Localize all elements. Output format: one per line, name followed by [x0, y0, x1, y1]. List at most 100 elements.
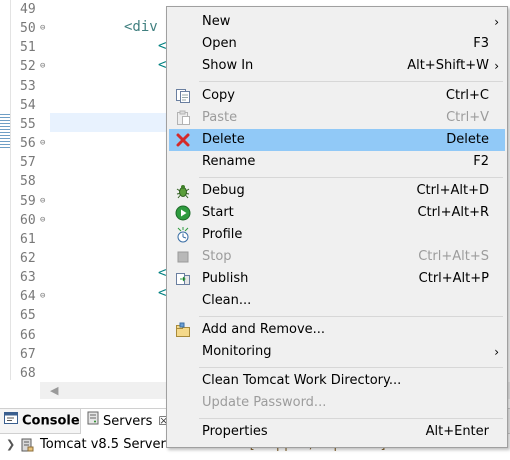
menu-item-copy[interactable]: Copy Ctrl+C — [169, 85, 505, 107]
collapse-fold-icon[interactable]: ⊖ — [40, 211, 45, 230]
shortcut: Alt+Enter — [425, 424, 489, 439]
menu-item-debug[interactable]: Debug Ctrl+Alt+D — [169, 180, 505, 202]
line-number-text: 61 — [20, 231, 36, 247]
menu-separator — [199, 418, 503, 419]
chevron-right-icon[interactable]: ❯ — [6, 434, 15, 456]
shortcut: F2 — [473, 154, 489, 169]
line-number-text: 50 — [20, 21, 36, 37]
menu-item-show-in[interactable]: Show In Alt+Shift+W › — [169, 55, 505, 77]
line-number-text: 66 — [20, 327, 36, 343]
submenu-arrow-icon: › — [494, 345, 499, 359]
context-menu: New › Open F3 Show In Alt+Shift+W › Copy… — [166, 6, 508, 448]
menu-item-monitoring[interactable]: Monitoring › — [169, 341, 505, 363]
paste-icon — [175, 110, 191, 126]
menu-item-clean-tomcat-work-directory[interactable]: Clean Tomcat Work Directory... — [169, 370, 505, 392]
left-ruler — [0, 0, 10, 380]
line-number-text: 68 — [20, 365, 36, 381]
console-icon — [4, 409, 18, 433]
collapse-fold-icon[interactable]: ⊖ — [40, 287, 45, 306]
add-remove-icon — [175, 322, 191, 338]
line-number-text: 65 — [20, 308, 36, 324]
play-icon — [175, 205, 191, 221]
shortcut: Ctrl+C — [445, 88, 489, 103]
line-number: 58 — [12, 172, 54, 191]
line-number-text: 64 — [20, 289, 36, 305]
line-number: 57 — [12, 153, 54, 172]
menu-item-stop[interactable]: Stop Ctrl+Alt+S — [169, 246, 505, 268]
line-number-text: 52 — [20, 59, 36, 75]
line-number-text: 63 — [20, 270, 36, 286]
shortcut: Ctrl+V — [446, 110, 489, 125]
menu-separator — [199, 81, 503, 82]
shortcut: Ctrl+Alt+S — [418, 249, 489, 264]
line-number: 64 ⊖ — [12, 287, 54, 306]
server-icon — [20, 438, 34, 460]
collapse-fold-icon[interactable]: ⊖ — [40, 192, 45, 211]
menu-item-paste[interactable]: Paste Ctrl+V — [169, 107, 505, 129]
line-number-text: 53 — [20, 78, 36, 94]
shortcut: Alt+Shift+W — [407, 58, 489, 73]
line-number-text: 62 — [20, 250, 36, 266]
collapse-fold-icon[interactable]: ⊖ — [40, 19, 45, 38]
line-number: 61 — [12, 230, 54, 249]
line-number: 63 — [12, 268, 54, 287]
profile-icon — [175, 227, 191, 243]
code-div-tag[interactable]: <div — [124, 18, 158, 37]
menu-item-properties[interactable]: Properties Alt+Enter — [169, 421, 505, 443]
line-number: 68 — [12, 364, 54, 383]
change-marker — [0, 112, 10, 148]
line-number-text: 59 — [20, 193, 36, 209]
menu-item-new[interactable]: New › — [169, 11, 505, 33]
submenu-arrow-icon: › — [494, 15, 499, 29]
line-number: 54 — [12, 96, 54, 115]
menu-item-update-password[interactable]: Update Password... — [169, 392, 505, 414]
menu-item-rename[interactable]: Rename F2 — [169, 151, 505, 173]
menu-item-delete[interactable]: Delete Delete — [169, 129, 505, 151]
line-number: 67 — [12, 345, 54, 364]
menu-item-profile[interactable]: Profile — [169, 224, 505, 246]
menu-item-open[interactable]: Open F3 — [169, 33, 505, 55]
line-number-text: 49 — [20, 2, 36, 17]
line-number: 51 — [12, 38, 54, 57]
line-number-text: 67 — [20, 346, 36, 362]
shortcut: Ctrl+Alt+P — [418, 271, 489, 286]
line-number: 65 — [12, 306, 54, 325]
line-number: 60 ⊖ — [12, 211, 54, 230]
scroll-left-icon[interactable]: ◀ — [50, 382, 58, 399]
menu-item-start[interactable]: Start Ctrl+Alt+R — [169, 202, 505, 224]
line-number-text: 51 — [20, 40, 36, 56]
servers-icon — [87, 410, 99, 434]
line-number: 66 — [12, 326, 54, 345]
line-number: 50 ⊖ — [12, 19, 54, 38]
menu-item-add-and-remove[interactable]: Add and Remove... — [169, 319, 505, 341]
tab-servers-label: Servers — [103, 414, 153, 429]
line-number-text: 57 — [20, 155, 36, 171]
submenu-arrow-icon: › — [494, 59, 499, 73]
tab-console-label: Console — [22, 413, 80, 429]
line-number-text: 54 — [20, 97, 36, 113]
stop-icon — [175, 249, 191, 265]
menu-separator — [199, 367, 503, 368]
copy-icon — [175, 88, 191, 104]
line-number: 55 — [12, 115, 54, 134]
shortcut: Ctrl+Alt+R — [417, 205, 489, 220]
menu-separator — [199, 177, 503, 178]
line-number: 56 ⊖ — [12, 134, 54, 153]
shortcut: Delete — [446, 132, 489, 147]
tab-servers[interactable]: Servers ☒ — [80, 409, 177, 434]
shortcut: F3 — [473, 36, 489, 51]
tab-console[interactable]: Console — [4, 409, 80, 433]
collapse-fold-icon[interactable]: ⊖ — [40, 57, 45, 76]
line-number: 62 — [12, 249, 54, 268]
menu-item-clean[interactable]: Clean... — [169, 290, 505, 312]
publish-icon — [175, 271, 191, 287]
menu-item-publish[interactable]: Publish Ctrl+Alt+P — [169, 268, 505, 290]
collapse-fold-icon[interactable]: ⊖ — [40, 134, 45, 153]
delete-icon — [175, 132, 191, 148]
line-number: 52 ⊖ — [12, 57, 54, 76]
line-number: 53 — [12, 77, 54, 96]
line-number-text: 58 — [20, 174, 36, 190]
gutter-separator — [10, 0, 11, 380]
line-number: 59 ⊖ — [12, 192, 54, 211]
line-number-text: 60 — [20, 212, 36, 228]
